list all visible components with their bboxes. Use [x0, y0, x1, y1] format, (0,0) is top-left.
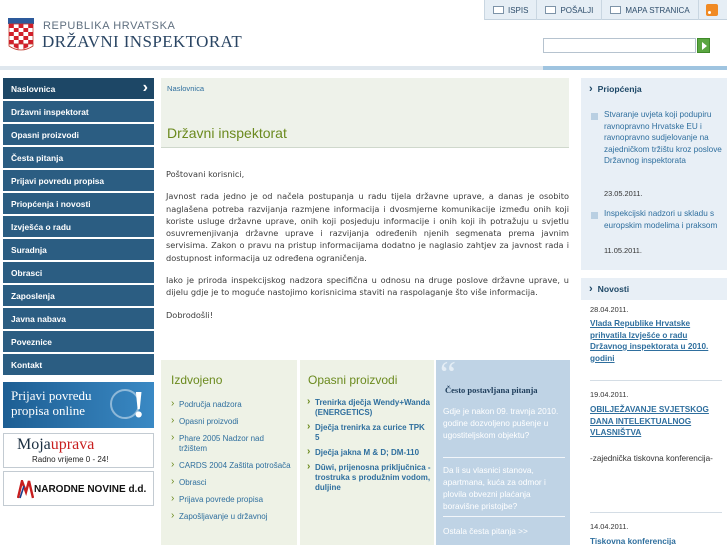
list-item[interactable]: Dūwi, prijenosna priključnica - trostruk…	[307, 462, 431, 493]
search-submit-button[interactable]	[697, 38, 710, 53]
nav-item-opasni-proizvodi[interactable]: Opasni proizvodi	[3, 124, 154, 145]
narodne-novine-banner[interactable]: NARODNE NOVINE d.d.	[3, 471, 154, 506]
search-input[interactable]	[543, 38, 696, 53]
list-item[interactable]: Dječja trenirka za curice TPK 5	[307, 422, 431, 443]
welcome-text: Poštovani korisnici, Javnost rada jedno …	[166, 168, 569, 331]
list-item[interactable]: Trenirka dječja Wendy+Wanda (ENERGETICS)	[307, 397, 431, 418]
featured-list: Područja nadzora Opasni proizvodi Phare …	[171, 399, 293, 529]
announcements-panel: Priopćenja	[581, 78, 727, 270]
announcement-date-1: 23.05.2011.	[604, 189, 643, 198]
nav-item-poveznice[interactable]: Poveznice	[3, 331, 154, 352]
announcement-link-1[interactable]: Stvaranje uvjeta koji podupiru ravnoprav…	[604, 109, 722, 167]
rss-button[interactable]	[697, 0, 725, 20]
print-label: ISPIS	[508, 5, 529, 15]
featured-box: Izdvojeno Područja nadzora Opasni proizv…	[161, 360, 297, 545]
sitemap-icon	[610, 6, 622, 14]
list-item[interactable]: Prijava povrede propisa	[171, 494, 293, 505]
announcement-link-2[interactable]: Inspekcijski nadzori u skladu s europski…	[604, 208, 722, 231]
mail-icon	[545, 6, 557, 14]
news-divider	[590, 512, 722, 513]
bullet-icon	[591, 113, 598, 120]
nav-item-kontakt[interactable]: Kontakt	[3, 354, 154, 375]
moja-uprava-logo: Mojauprava	[17, 436, 94, 454]
list-item[interactable]: Dječja jakna M & D; DM-110	[307, 447, 431, 458]
announcement-date-2: 11.05.2011.	[604, 246, 642, 255]
news-date-3: 14.04.2011.	[590, 522, 629, 531]
page: REPUBLIKA HRVATSKA DRŽAVNI INSPEKTORAT I…	[0, 0, 727, 545]
report-violation-banner[interactable]: Prijavi povredu propisa online !	[3, 382, 154, 428]
country-name: REPUBLIKA HRVATSKA	[43, 20, 176, 32]
faq-more-link[interactable]: Ostala česta pitanja >>	[443, 525, 565, 537]
main-navigation: Naslovnica Državni inspektorat Opasni pr…	[3, 78, 154, 377]
welcome-greeting: Poštovani korisnici,	[166, 169, 245, 179]
welcome-paragraph-1: Javnost rada jedno je od načela postupan…	[166, 191, 569, 263]
nav-item-naslovnica[interactable]: Naslovnica	[3, 78, 154, 99]
print-icon	[493, 6, 504, 14]
agency-name[interactable]: DRŽAVNI INSPEKTORAT	[42, 32, 242, 52]
faq-question-1[interactable]: Gdje je nakon 09. travnja 2010. godine d…	[443, 405, 565, 441]
list-item[interactable]: CARDS 2004 Zaštita potrošača	[171, 460, 293, 471]
sitemap-label: MAPA STRANICA	[625, 5, 690, 15]
print-button[interactable]: ISPIS	[484, 0, 536, 20]
sitemap-button[interactable]: MAPA STRANICA	[601, 0, 697, 20]
news-link-2[interactable]: OBILJEŽAVANJE SVJETSKOG DANA INTELEKTUAL…	[590, 404, 722, 439]
nav-item-zaposlenja[interactable]: Zaposlenja	[3, 285, 154, 306]
nav-item-obrasci[interactable]: Obrasci	[3, 262, 154, 283]
report-banner-line1: Prijavi povredu	[11, 388, 92, 403]
faq-divider	[443, 457, 565, 458]
moja-uprava-hours: Radno vrijeme 0 - 24!	[32, 455, 109, 464]
news-date-2: 19.04.2011.	[590, 390, 629, 399]
news-link-1[interactable]: Vlada Republike Hrvatske prihvatila Izvj…	[590, 318, 722, 364]
breadcrumb[interactable]: Naslovnica	[167, 84, 204, 93]
page-title: Državni inspektorat	[167, 125, 287, 141]
dangerous-products-box: Opasni proizvodi Trenirka dječja Wendy+W…	[300, 360, 434, 545]
send-button[interactable]: POŠALJI	[536, 0, 601, 20]
report-banner-line2: propisa online	[11, 403, 86, 418]
exclamation-icon: !	[132, 384, 145, 426]
news-panel-header: Novosti	[581, 278, 727, 300]
announcements-title: Priopćenja	[581, 78, 727, 100]
faq-title: Često postavljana pitanja	[445, 385, 538, 395]
nav-item-cesta-pitanja[interactable]: Česta pitanja	[3, 147, 154, 168]
report-banner-text: Prijavi povredu propisa online	[11, 388, 92, 418]
title-divider	[161, 147, 569, 148]
top-toolbar: ISPIS POŠALJI MAPA STRANICA	[484, 0, 727, 20]
news-title: Novosti	[581, 278, 727, 300]
moja-uprava-logo-b: uprava	[50, 436, 95, 453]
news-date-1: 28.04.2011.	[590, 305, 629, 314]
narodne-novine-logo-icon	[17, 480, 34, 499]
moja-uprava-logo-a: Moja	[17, 436, 51, 453]
featured-title: Izdvojeno	[171, 373, 223, 387]
list-item[interactable]: Opasni proizvodi	[171, 416, 293, 427]
nav-item-suradnja[interactable]: Suradnja	[3, 239, 154, 260]
dangerous-products-list: Trenirka dječja Wendy+Wanda (ENERGETICS)…	[307, 397, 431, 498]
faq-divider	[443, 516, 565, 517]
moja-uprava-banner[interactable]: Mojauprava Radno vrijeme 0 - 24!	[3, 433, 154, 468]
welcome-closing: Dobrodošli!	[166, 309, 214, 320]
welcome-paragraph-2: Iako je priroda inspekcijskog nadzora sp…	[166, 275, 569, 298]
nav-item-priopcenja[interactable]: Priopćenja i novosti	[3, 193, 154, 214]
nav-item-javna-nabava[interactable]: Javna nabava	[3, 308, 154, 329]
header-divider-accent	[543, 66, 727, 70]
bullet-icon	[591, 212, 598, 219]
nav-item-izvjesca[interactable]: Izvješća o radu	[3, 216, 154, 237]
header-divider	[0, 66, 543, 70]
dangerous-products-title: Opasni proizvodi	[308, 373, 398, 387]
list-item[interactable]: Područja nadzora	[171, 399, 293, 410]
rss-icon	[705, 4, 718, 16]
news-text-2: -zajednička tiskovna konferencija-	[590, 454, 713, 463]
news-link-3[interactable]: Tiskovna konferencija	[590, 536, 722, 545]
nav-item-prijavi-povredu[interactable]: Prijavi povredu propisa	[3, 170, 154, 191]
faq-question-2[interactable]: Da li su vlasnici stanova, apartmana, ku…	[443, 464, 565, 512]
list-item[interactable]: Phare 2005 Nadzor nad tržištem	[171, 433, 293, 454]
send-label: POŠALJI	[560, 5, 594, 15]
header: REPUBLIKA HRVATSKA DRŽAVNI INSPEKTORAT I…	[0, 0, 727, 70]
nav-item-drzavni-inspektorat[interactable]: Državni inspektorat	[3, 101, 154, 122]
news-divider	[590, 380, 722, 381]
list-item[interactable]: Zapošljavanje u državnoj	[171, 511, 293, 522]
croatian-coat-of-arms-icon	[8, 18, 34, 51]
narodne-novine-label: NARODNE NOVINE d.d.	[34, 484, 147, 495]
list-item[interactable]: Obrasci	[171, 477, 293, 488]
